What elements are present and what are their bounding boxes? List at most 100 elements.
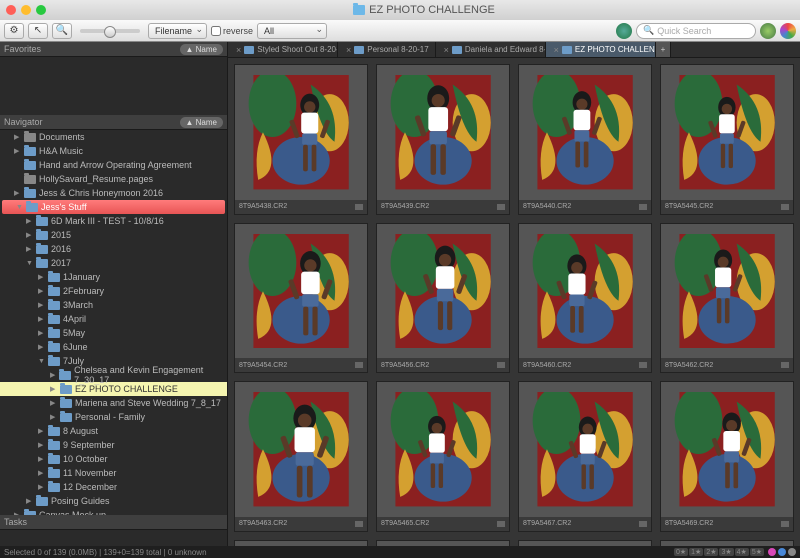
disclosure-arrow-icon[interactable]: ▶ [14,133,24,141]
disclosure-arrow-icon[interactable]: ▼ [26,260,36,267]
tree-item[interactable]: ▶2015 [0,228,227,242]
disclosure-arrow-icon[interactable]: ▶ [26,217,36,225]
thumbnail-image[interactable] [235,541,367,546]
thumbnail[interactable]: 8T9A5439.CR2 [376,64,510,215]
thumbnail-image[interactable] [519,224,651,359]
tree-item[interactable]: ▶H&A Music [0,144,227,158]
tree-item[interactable]: ▶Jess & Chris Honeymoon 2016 [0,186,227,200]
thumbnail-grid[interactable]: 8T9A5438.CR2 8T9A5439.CR2 8T9A5440.C [228,58,800,546]
disclosure-arrow-icon[interactable]: ▶ [26,245,36,253]
tree-item[interactable]: ▶1January [0,270,227,284]
tree-item[interactable]: Hand and Arrow Operating Agreement [0,158,227,172]
tree-item[interactable]: ▶Chelsea and Kevin Engagement 7_30_17 [0,368,227,382]
tab[interactable]: ×Personal 8-20-17 [338,42,436,57]
star-filter-button[interactable]: 0★ [674,548,688,556]
tree-item[interactable]: HollySavard_Resume.pages [0,172,227,186]
star-filter-button[interactable]: 4★ [735,548,749,556]
star-filter[interactable]: 0★1★2★3★4★5★ [674,548,764,556]
color-wheel-icon[interactable] [780,23,796,39]
navigator-header[interactable]: Navigator ▲ Name [0,115,227,130]
thumbnail-image[interactable] [519,541,651,546]
disclosure-arrow-icon[interactable]: ▶ [38,455,48,463]
thumbnail-image[interactable] [377,65,509,200]
tree-item[interactable]: ▶Posing Guides [0,494,227,508]
thumbnail-image[interactable] [519,382,651,517]
tree-item[interactable]: ▶5May [0,326,227,340]
disclosure-arrow-icon[interactable]: ▶ [50,385,60,393]
sync-status-icon[interactable] [616,23,632,39]
thumbnail[interactable]: 8T9A5463.CR2 [234,381,368,532]
disclosure-arrow-icon[interactable]: ▶ [38,329,48,337]
disclosure-arrow-icon[interactable]: ▶ [26,497,36,505]
thumbnail[interactable]: 8T9A5438.CR2 [234,64,368,215]
disclosure-arrow-icon[interactable]: ▶ [38,343,48,351]
navigator-tree[interactable]: ▶Documents▶H&A MusicHand and Arrow Opera… [0,130,227,515]
tab[interactable]: ×EZ PHOTO CHALLENGE [546,42,656,57]
pointer-icon[interactable]: ↖ [28,23,48,39]
close-tab-icon[interactable]: × [554,45,559,55]
tree-item[interactable]: ▶12 December [0,480,227,494]
thumbnail-image[interactable] [235,65,367,200]
disclosure-arrow-icon[interactable]: ▶ [38,287,48,295]
disclosure-arrow-icon[interactable]: ▶ [38,427,48,435]
thumbnail-image[interactable] [377,224,509,359]
new-tab-button[interactable]: + [656,42,672,57]
favorites-sort-button[interactable]: ▲ Name [180,44,223,55]
star-filter-button[interactable]: 2★ [704,548,718,556]
disclosure-arrow-icon[interactable]: ▼ [38,358,48,365]
close-window-button[interactable] [6,5,16,15]
tree-item[interactable]: ▶2016 [0,242,227,256]
close-tab-icon[interactable]: × [236,45,241,55]
thumbnail[interactable]: 8T9A5467.CR2 [518,381,652,532]
tree-item[interactable]: ▶10 October [0,452,227,466]
tree-item[interactable]: ▶Documents [0,130,227,144]
tree-item[interactable]: ▶11 November [0,466,227,480]
tree-item[interactable]: ▼Jess's Stuff [2,200,225,214]
thumbnail[interactable]: 8T9A5462.CR2 [660,223,794,374]
thumbnail-image[interactable] [235,224,367,359]
thumbnail-image[interactable] [661,382,793,517]
color-label-filter[interactable] [768,548,796,556]
thumbnail[interactable]: 8T9A5465.CR2 [376,381,510,532]
tree-item[interactable]: ▶6June [0,340,227,354]
gear-icon[interactable]: ⚙ [4,23,24,39]
color-dot-magenta[interactable] [768,548,776,556]
thumbnail-image[interactable] [661,65,793,200]
tree-item[interactable]: ▶3March [0,298,227,312]
star-filter-button[interactable]: 1★ [689,548,703,556]
thumbnail-image[interactable] [377,382,509,517]
disclosure-arrow-icon[interactable]: ▶ [38,441,48,449]
favorites-header[interactable]: Favorites ▲ Name [0,42,227,57]
tree-item[interactable]: ▶8 August [0,424,227,438]
disclosure-arrow-icon[interactable]: ▶ [50,399,60,407]
tree-item[interactable]: ▶Mariena and Steve Wedding 7_8_17 [0,396,227,410]
disclosure-arrow-icon[interactable]: ▼ [16,204,26,211]
minimize-window-button[interactable] [21,5,31,15]
tree-item[interactable]: ▶Canvas Mock up [0,508,227,515]
tab[interactable]: ×Styled Shoot Out 8-20-17 [228,42,338,57]
disclosure-arrow-icon[interactable]: ▶ [38,483,48,491]
thumbnail-image[interactable] [519,65,651,200]
disclosure-arrow-icon[interactable]: ▶ [38,315,48,323]
thumbnail[interactable]: 8T9A5456.CR2 [376,223,510,374]
close-tab-icon[interactable]: × [346,45,351,55]
disclosure-arrow-icon[interactable]: ▶ [50,371,59,379]
filter-select[interactable]: All [257,23,327,39]
thumbnail[interactable]: 8T9A5454.CR2 [234,223,368,374]
thumbnail[interactable] [518,540,652,546]
sort-field-select[interactable]: Filename [148,23,207,39]
thumbnail[interactable] [660,540,794,546]
tree-item[interactable]: ▶Personal - Family [0,410,227,424]
thumbnail-image[interactable] [377,541,509,546]
disclosure-arrow-icon[interactable]: ▶ [14,147,24,155]
thumbnail-image[interactable] [661,541,793,546]
disclosure-arrow-icon[interactable]: ▶ [50,413,60,421]
thumbnail[interactable] [376,540,510,546]
tree-item[interactable]: ▶9 September [0,438,227,452]
thumbnail[interactable]: 8T9A5469.CR2 [660,381,794,532]
disclosure-arrow-icon[interactable]: ▶ [38,273,48,281]
star-filter-button[interactable]: 5★ [750,548,764,556]
thumbnail[interactable]: 8T9A5445.CR2 [660,64,794,215]
thumbnail[interactable]: 8T9A5440.CR2 [518,64,652,215]
tab[interactable]: ×Daniela and Edward 8-5-17 [436,42,546,57]
